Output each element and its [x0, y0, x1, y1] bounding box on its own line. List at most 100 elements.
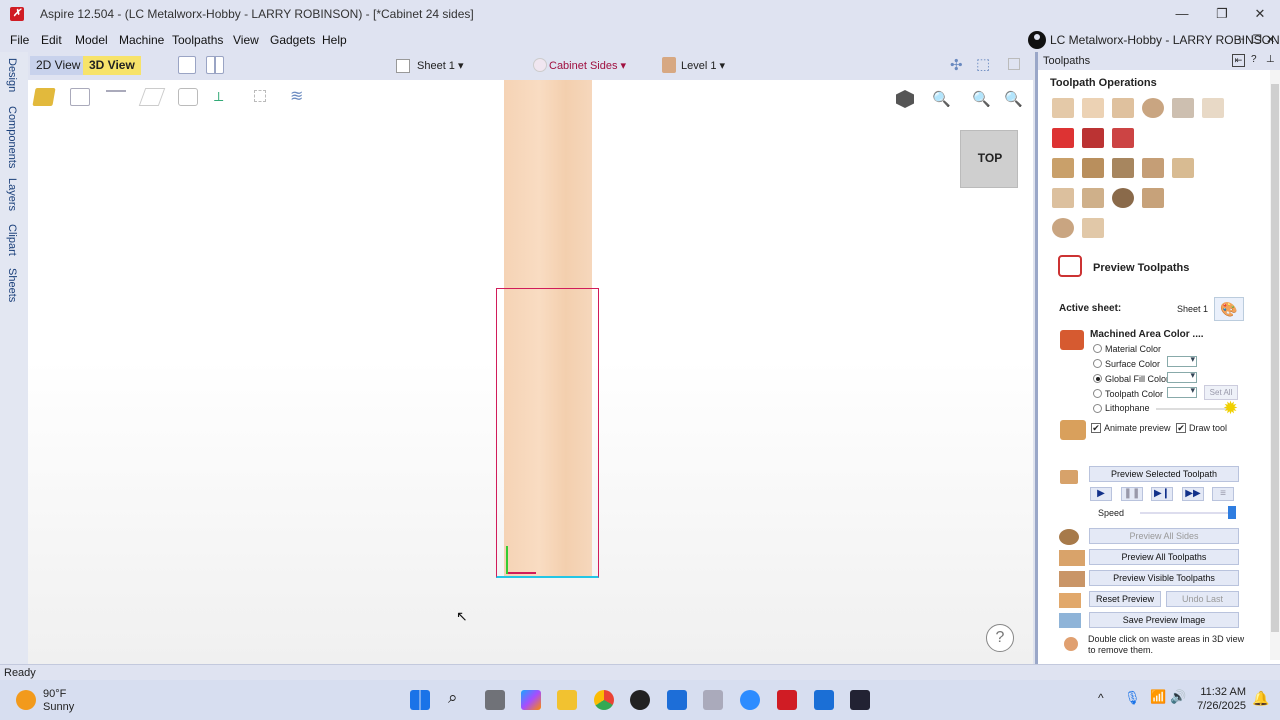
drilling-toolpath-icon[interactable] [1112, 98, 1134, 118]
toolpath-lines-icon[interactable]: ≋ [290, 86, 303, 106]
clock-time[interactable]: 11:32 AM [1200, 686, 1246, 698]
vcarve-toolpath-icon[interactable] [1052, 158, 1074, 178]
panel-scrollbar[interactable] [1270, 70, 1280, 660]
restore-button[interactable]: ❐ [1208, 4, 1236, 24]
light-sun-icon[interactable]: ✹ [1223, 398, 1238, 419]
menu-view[interactable]: View [233, 33, 259, 47]
pause-button[interactable]: ❚❚ [1121, 487, 1143, 501]
inlay-toolpath-icon[interactable] [1052, 128, 1074, 148]
transform-icon[interactable]: ⬚ [976, 55, 990, 73]
view-cube-icon[interactable] [896, 90, 914, 108]
windows-start-icon[interactable] [410, 690, 430, 710]
file-explorer-icon[interactable] [557, 690, 577, 710]
quick-engrave-icon[interactable] [1202, 98, 1224, 118]
help-button[interactable]: ? [986, 624, 1014, 652]
preview-selected-toolpath-button[interactable]: Preview Selected Toolpath [1089, 466, 1239, 482]
panel-pin-icon[interactable]: ⊥ [1266, 54, 1275, 65]
clock-date[interactable]: 7/26/2025 [1196, 700, 1246, 712]
task-view-icon[interactable] [485, 690, 505, 710]
menu-gadgets[interactable]: Gadgets [270, 33, 315, 47]
single-view-layout-icon[interactable] [178, 56, 196, 74]
wifi-icon[interactable]: 📶 [1150, 689, 1166, 705]
menu-help[interactable]: Help [322, 33, 347, 47]
preview-visible-toolpaths-button[interactable]: Preview Visible Toolpaths [1089, 570, 1239, 586]
plane-icon[interactable] [138, 88, 166, 106]
tab-layers[interactable]: Layers [6, 178, 18, 211]
tab-components[interactable]: Components [6, 106, 18, 168]
prism-toolpath-icon[interactable] [1082, 158, 1104, 178]
speed-slider-thumb[interactable] [1228, 506, 1236, 519]
notifications-icon[interactable]: 🔔 [1252, 690, 1269, 707]
moulding-toolpath-icon[interactable] [1082, 128, 1104, 148]
3d-viewport[interactable]: ⟂ ≋ 🔍 🔍 🔍 TOP ? ↖ [28, 80, 1033, 664]
fluting-toolpath-icon[interactable] [1142, 98, 1164, 118]
split-view-layout-icon[interactable] [206, 56, 224, 74]
profile-toolpath-icon[interactable] [1052, 98, 1074, 118]
tab-clipart[interactable]: Clipart [6, 224, 18, 256]
fluted-vcarve-icon[interactable] [1172, 158, 1194, 178]
menu-machine[interactable]: Machine [119, 33, 164, 47]
tab-3d-view[interactable]: 3D View [83, 56, 141, 75]
radio-surface-color[interactable] [1093, 359, 1102, 368]
global-fill-color-swatch[interactable] [1167, 370, 1197, 383]
radio-lithophane[interactable] [1093, 404, 1102, 413]
draw-tool-checkbox[interactable]: ✔ [1176, 423, 1186, 433]
dell-icon[interactable] [630, 690, 650, 710]
radio-toolpath-color[interactable] [1093, 389, 1102, 398]
3d-profile-icon[interactable] [1112, 188, 1134, 208]
zoom-app-icon[interactable] [740, 690, 760, 710]
material-setup-icon[interactable] [32, 88, 56, 106]
tray-overflow-icon[interactable]: ^ [1098, 691, 1104, 705]
volume-icon[interactable]: 🔊 [1170, 689, 1186, 705]
network-tool-icon[interactable] [703, 690, 723, 710]
terminal-icon[interactable] [850, 690, 870, 710]
project-toolpath-icon[interactable] [1142, 188, 1164, 208]
3d-engrave-icon[interactable] [1112, 158, 1134, 178]
speed-slider-track[interactable] [1140, 512, 1236, 514]
radio-global-fill-color[interactable] [1093, 374, 1102, 383]
reset-preview-button[interactable]: Reset Preview [1089, 591, 1161, 607]
side-dropdown[interactable]: Cabinet Sides ▾ [549, 59, 626, 72]
pocket-toolpath-icon[interactable] [1082, 98, 1104, 118]
preview-all-sides-button[interactable]: Preview All Sides [1089, 528, 1239, 544]
draw-tool-icon[interactable] [106, 90, 126, 108]
zoom-out-icon[interactable]: 🔍 [972, 90, 991, 108]
sheet-dropdown[interactable]: Sheet 1 ▾ [417, 59, 464, 72]
save-preview-image-button[interactable]: Save Preview Image [1089, 612, 1239, 628]
collapse-panel-icon[interactable]: ⇤ [1232, 54, 1245, 67]
lithophane-slider[interactable] [1156, 408, 1228, 410]
app-c-icon[interactable] [667, 690, 687, 710]
tab-2d-view[interactable]: 2D View [30, 56, 87, 75]
close-button[interactable]: ✕ [1246, 4, 1274, 24]
menu-toolpaths[interactable]: Toolpaths [172, 33, 223, 47]
aspire-taskbar-icon[interactable] [777, 690, 797, 710]
minimize-button[interactable]: — [1168, 4, 1196, 24]
undo-last-button[interactable]: Undo Last [1166, 591, 1239, 607]
surface-color-swatch[interactable] [1167, 354, 1197, 367]
zoom-in-icon[interactable]: 🔍 [932, 90, 951, 108]
play-button[interactable]: ▶ [1090, 487, 1112, 501]
search-icon[interactable]: ⌕ [448, 688, 458, 708]
texture-toolpath-icon[interactable] [1172, 98, 1194, 118]
radio-material-color[interactable] [1093, 344, 1102, 353]
animate-preview-checkbox[interactable]: ✔ [1091, 423, 1101, 433]
menu-model[interactable]: Model [75, 33, 108, 47]
box-icon[interactable] [178, 88, 198, 106]
snap-icon[interactable]: ✣ [950, 56, 963, 74]
load-template-icon[interactable] [1082, 218, 1104, 238]
step-button[interactable]: ▶❙ [1151, 487, 1173, 501]
preview-all-toolpaths-button[interactable]: Preview All Toolpaths [1089, 549, 1239, 565]
tab-design[interactable]: Design [6, 58, 18, 92]
create-template-icon[interactable] [1052, 218, 1074, 238]
weather-sun-icon[interactable] [16, 690, 36, 710]
vectric-v-icon[interactable] [814, 690, 834, 710]
photo-vcarve-icon[interactable] [1142, 158, 1164, 178]
skip-to-end-button[interactable]: ▶▶ [1182, 487, 1204, 501]
zoom-fit-icon[interactable]: 🔍 [1004, 90, 1023, 108]
sheet-palette-icon[interactable]: 🎨 [1214, 297, 1244, 321]
chrome-icon[interactable] [594, 690, 614, 710]
menu-file[interactable]: File [10, 33, 29, 47]
top-view-cube[interactable]: TOP [960, 130, 1018, 188]
level-dropdown[interactable]: Level 1 ▾ [681, 59, 725, 72]
toolpath-color-swatch[interactable] [1167, 385, 1197, 398]
